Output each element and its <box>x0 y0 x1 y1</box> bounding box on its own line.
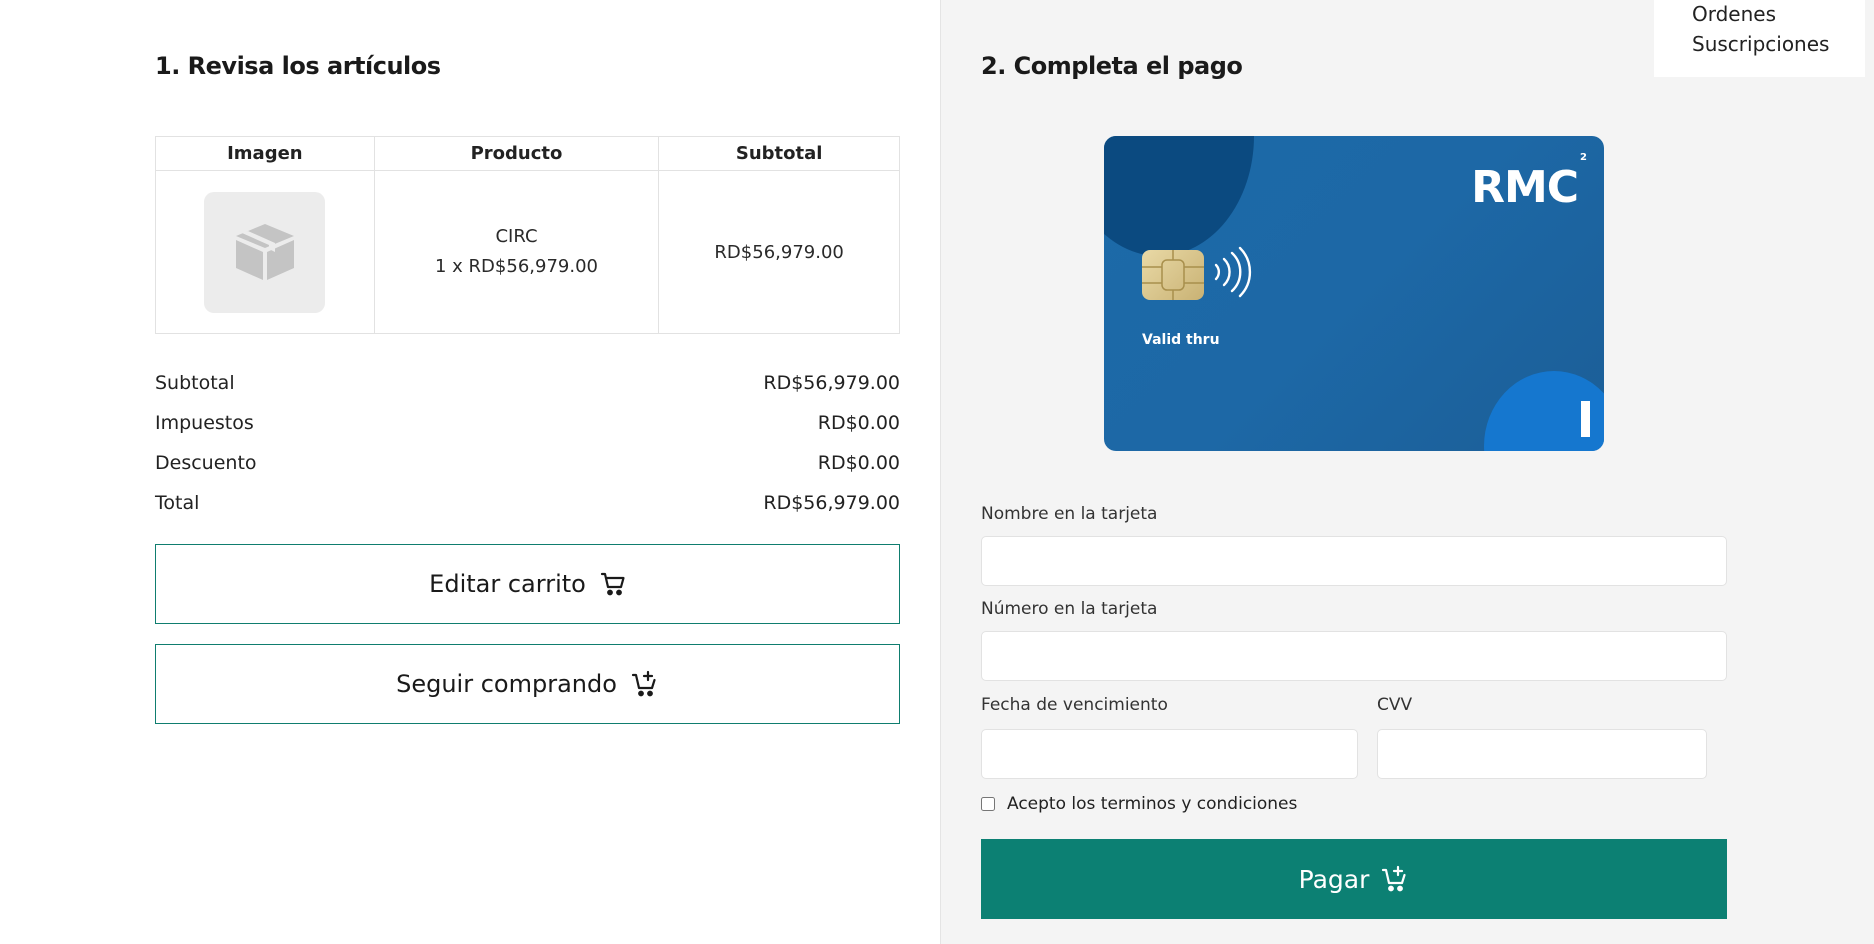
chip-icon <box>1142 250 1204 300</box>
cvv-input[interactable] <box>1377 729 1707 779</box>
product-image <box>204 191 326 313</box>
card-name-label: Nombre en la tarjeta <box>981 504 1158 524</box>
expiry-input[interactable] <box>981 729 1358 779</box>
box-icon <box>235 224 294 280</box>
summary-value: RD$56,979.00 <box>763 372 900 394</box>
expiry-label: Fecha de vencimiento <box>981 695 1168 715</box>
order-summary: Subtotal RD$56,979.00 Impuestos RD$0.00 … <box>155 363 900 523</box>
terms-row: Acepto los terminos y condiciones <box>981 794 1297 814</box>
card-decoration <box>1104 136 1254 256</box>
header-image: Imagen <box>155 136 375 171</box>
continue-shopping-label: Seguir comprando <box>396 670 617 698</box>
edit-cart-button[interactable]: Editar carrito <box>155 544 900 624</box>
summary-subtotal: Subtotal RD$56,979.00 <box>155 363 900 403</box>
summary-taxes: Impuestos RD$0.00 <box>155 403 900 443</box>
subtotal-cell: RD$56,979.00 <box>658 170 900 334</box>
summary-discount: Descuento RD$0.00 <box>155 443 900 483</box>
card-brand: RMC <box>1471 162 1579 213</box>
cart-plus-icon <box>631 670 656 697</box>
contactless-icon <box>1214 246 1252 298</box>
terms-label: Acepto los terminos y condiciones <box>1007 794 1298 814</box>
product-cell: CIRC 1 x RD$56,979.00 <box>373 170 660 334</box>
summary-total: Total RD$56,979.00 <box>155 483 900 523</box>
summary-value: RD$0.00 <box>817 452 900 474</box>
summary-label: Impuestos <box>155 412 254 434</box>
card-number-input[interactable] <box>981 631 1727 681</box>
pay-button[interactable]: Pagar <box>981 839 1727 919</box>
product-name: CIRC <box>495 226 538 247</box>
review-title: 1. Revisa los artículos <box>155 52 441 80</box>
card-stripe <box>1581 401 1590 437</box>
table-header-row: Imagen Producto Subtotal <box>155 136 900 171</box>
product-image-cell <box>155 170 375 334</box>
card-brand-superscript: 2 <box>1580 152 1587 164</box>
items-table: Imagen Producto Subtotal CIRC 1 x RD$56,… <box>155 136 900 334</box>
terms-checkbox[interactable] <box>981 797 995 811</box>
continue-shopping-button[interactable]: Seguir comprando <box>155 644 900 724</box>
valid-thru-label: Valid thru <box>1142 332 1220 348</box>
payment-title: 2. Completa el pago <box>981 52 1243 80</box>
card-brand-logo: RMC2 <box>1471 152 1587 213</box>
cart-plus-icon <box>1382 865 1406 892</box>
review-panel: 1. Revisa los artículos Imagen Producto … <box>0 0 940 944</box>
card-number-label: Número en la tarjeta <box>981 599 1158 619</box>
summary-label: Total <box>155 492 200 514</box>
table-row: CIRC 1 x RD$56,979.00 RD$56,979.00 <box>155 170 900 334</box>
menu-item-subscriptions[interactable]: Suscripciones <box>1692 32 1829 56</box>
header-subtotal: Subtotal <box>658 136 900 171</box>
header-product: Producto <box>373 136 660 171</box>
card-name-input[interactable] <box>981 536 1727 586</box>
payment-panel: 2. Completa el pago RMC2 Valid thru Nomb… <box>940 0 1874 944</box>
summary-value: RD$0.00 <box>817 412 900 434</box>
summary-label: Subtotal <box>155 372 235 394</box>
cart-icon <box>600 572 625 596</box>
summary-value: RD$56,979.00 <box>763 492 900 514</box>
pay-label: Pagar <box>1298 864 1370 894</box>
edit-cart-label: Editar carrito <box>429 570 586 598</box>
product-quantity: 1 x RD$56,979.00 <box>435 256 598 277</box>
credit-card-preview: RMC2 Valid thru <box>1104 136 1604 451</box>
user-menu-dropdown: Ordenes Suscripciones <box>1654 0 1865 77</box>
cvv-label: CVV <box>1377 695 1413 715</box>
summary-label: Descuento <box>155 452 257 474</box>
menu-item-orders[interactable]: Ordenes <box>1692 2 1776 26</box>
